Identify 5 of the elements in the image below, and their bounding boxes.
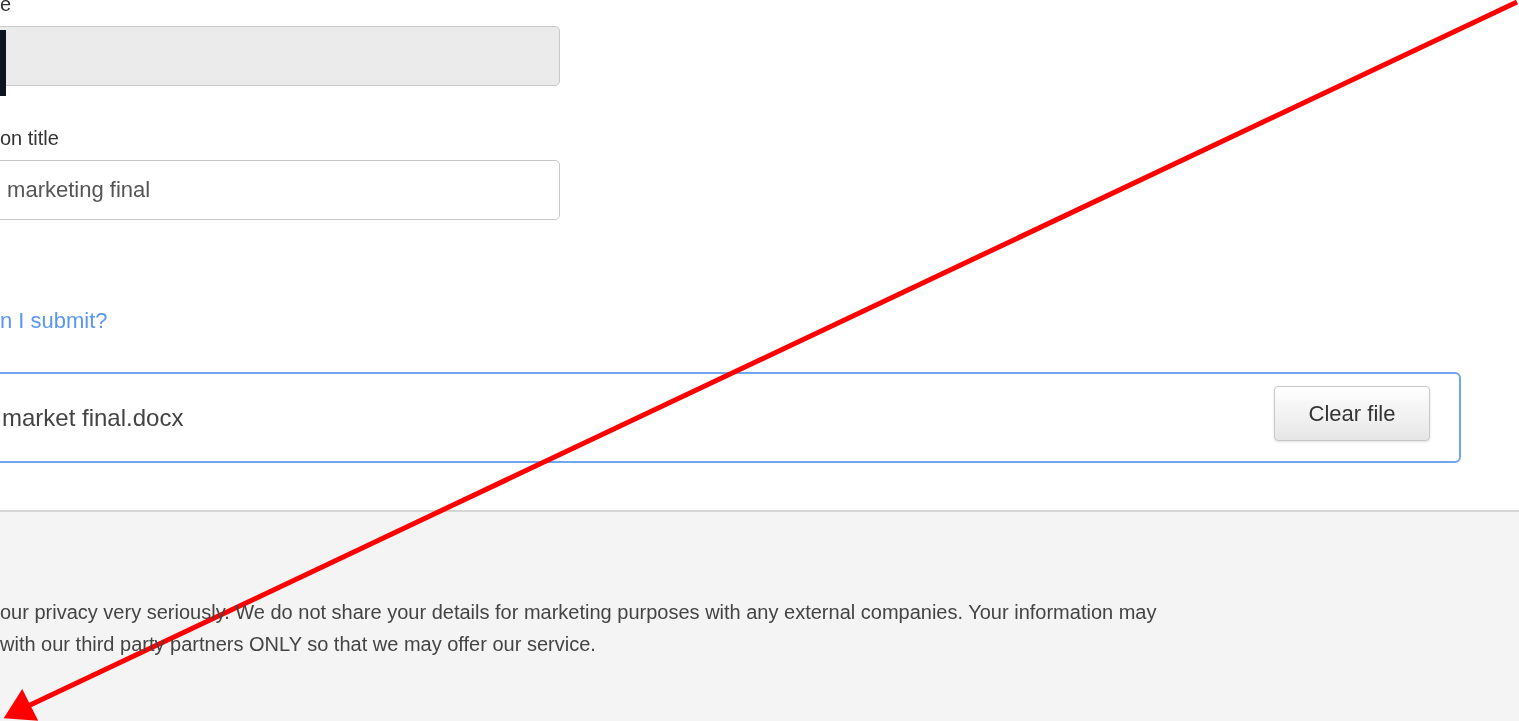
clear-file-button[interactable]: Clear file [1274, 386, 1430, 441]
text-field[interactable]: marketing final [0, 160, 560, 220]
file-name: market final.docx [2, 402, 184, 433]
field-label: on title [0, 126, 59, 150]
field-label: e [0, 0, 12, 16]
